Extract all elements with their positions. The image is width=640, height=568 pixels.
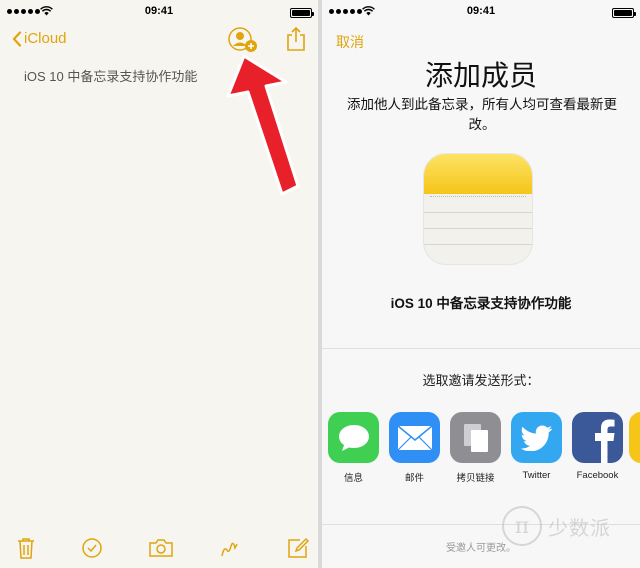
notes-screen: 09:41 iCloud iOS 10 中备忘录支持协作功能 <box>0 0 318 568</box>
share-icon[interactable] <box>285 26 307 52</box>
add-person-icon[interactable] <box>228 26 258 54</box>
note-body-text[interactable]: iOS 10 中备忘录支持协作功能 <box>24 66 197 85</box>
checklist-icon[interactable] <box>80 536 104 560</box>
cancel-button[interactable]: 取消 <box>336 32 364 52</box>
status-time: 09:41 <box>144 5 174 17</box>
app-label: 邮件 <box>404 473 424 484</box>
add-members-screen: 09:41 取消 添加成员 添加他人到此备忘录，所有人均可查看最新更改。 iOS… <box>322 0 640 568</box>
app-mail[interactable]: 邮件 <box>389 412 440 484</box>
app-facebook[interactable]: Facebook <box>572 412 623 484</box>
facebook-icon <box>572 412 623 463</box>
watermark: π 少数派 <box>502 506 611 546</box>
camera-icon[interactable] <box>148 536 174 560</box>
app-label: Twitter <box>522 470 551 481</box>
watermark-text: 少数派 <box>548 517 611 540</box>
app-label: 拷贝链接 <box>456 473 495 484</box>
divider <box>322 348 640 349</box>
notes-app-icon <box>424 154 532 264</box>
messages-icon <box>328 412 379 463</box>
app-label: 信息 <box>343 473 363 484</box>
battery-icon <box>290 8 314 18</box>
red-arrow-annotation <box>226 54 300 196</box>
invite-method-label: 选取邀请发送形式： <box>422 373 540 388</box>
app-twitter[interactable]: Twitter <box>511 412 562 484</box>
watermark-logo: π <box>502 506 542 546</box>
twitter-icon <box>511 412 562 463</box>
app-copy-link[interactable]: 拷贝链接 <box>450 412 501 484</box>
note-title: iOS 10 中备忘录支持协作功能 <box>390 296 572 311</box>
compose-icon[interactable] <box>286 536 310 560</box>
back-label: iCloud <box>24 30 67 47</box>
copy-link-icon <box>450 412 501 463</box>
status-time: 09:41 <box>466 5 496 17</box>
status-bar: 09:41 <box>322 0 640 22</box>
battery-icon <box>612 8 636 18</box>
mail-icon <box>389 412 440 463</box>
partial-app-icon[interactable] <box>629 412 640 463</box>
share-app-row: 信息 邮件 拷贝链接 Twitter Facebook <box>328 412 623 484</box>
app-label: Facebook <box>576 470 619 481</box>
status-bar: 09:41 <box>0 0 318 22</box>
back-button[interactable]: iCloud <box>12 30 67 47</box>
description-text: 添加他人到此备忘录，所有人均可查看最新更改。 <box>347 97 617 132</box>
page-title: 添加成员 <box>424 60 537 91</box>
trash-icon[interactable] <box>14 536 38 560</box>
chevron-left-icon <box>12 30 22 47</box>
sketch-icon[interactable] <box>218 536 242 560</box>
bottom-toolbar <box>0 528 318 568</box>
app-messages[interactable]: 信息 <box>328 412 379 484</box>
